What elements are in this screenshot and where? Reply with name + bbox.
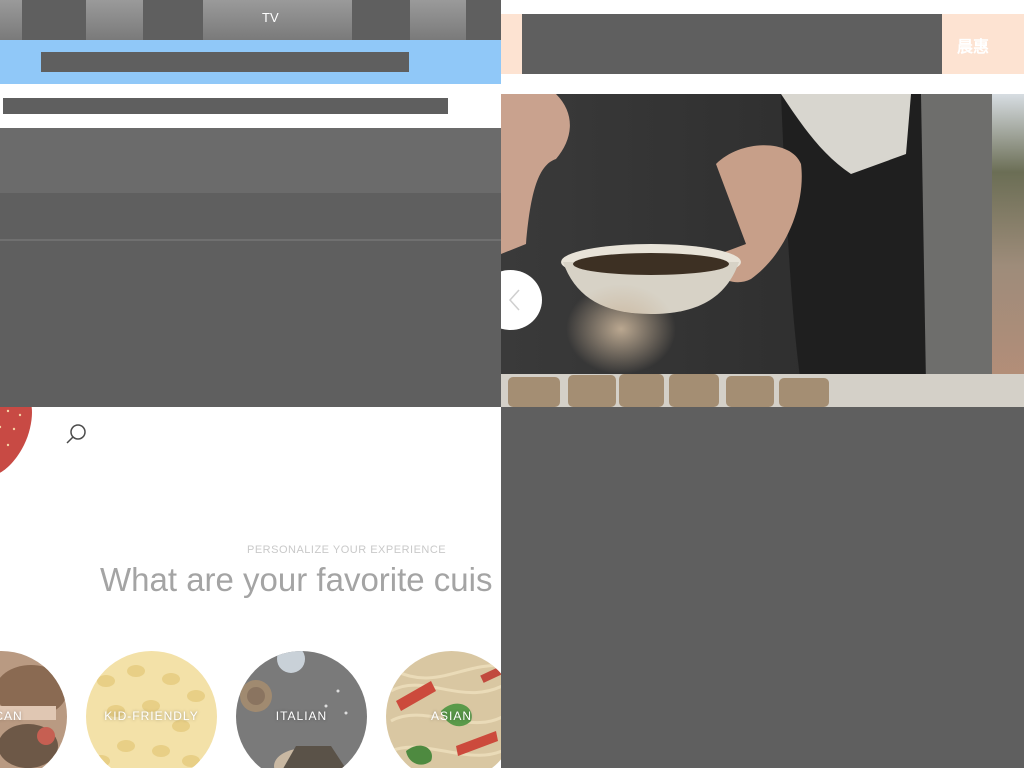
header-placeholder: [522, 14, 942, 74]
left-panel: TV PERSONALIZE YOUR EXPERIENCE What are …: [0, 0, 501, 768]
top-nav-strip: TV: [0, 0, 501, 40]
cuisine-label: ASIAN: [430, 709, 472, 723]
peach-button-label: 晨惠: [957, 39, 990, 56]
hero-image: [501, 94, 1024, 407]
section-headline: What are your favorite cuis: [100, 561, 493, 598]
nav-item-tv[interactable]: TV: [262, 10, 279, 25]
cuisine-card-asian[interactable]: ASIAN: [386, 651, 501, 768]
promo-banner: [0, 40, 501, 84]
sub-banner: [0, 84, 501, 128]
sub-banner-placeholder: [3, 98, 448, 114]
search-icon[interactable]: [64, 421, 90, 447]
personalize-section: PERSONALIZE YOUR EXPERIENCE What are you…: [0, 407, 501, 768]
chevron-left-icon: [508, 289, 520, 311]
nav-placeholder: [352, 0, 410, 40]
nav-placeholder: [22, 0, 86, 40]
nav-placeholder: [466, 0, 501, 40]
grey-band-placeholder: [0, 128, 501, 193]
cuisine-label: ITALIAN: [275, 709, 328, 723]
hero-carousel: [501, 94, 1024, 407]
content-placeholder: [0, 243, 501, 407]
cuisine-card-kid-friendly[interactable]: KID-FRIENDLY: [86, 651, 217, 768]
cuisine-card-italian[interactable]: ITALIAN: [236, 651, 367, 768]
right-header: 晨惠: [501, 0, 1024, 94]
cuisine-label: RICAN: [0, 709, 23, 723]
peach-tab[interactable]: [501, 14, 522, 74]
dark-band-placeholder: [0, 193, 501, 241]
section-eyebrow: PERSONALIZE YOUR EXPERIENCE: [247, 544, 447, 556]
cuisine-label: KID-FRIENDLY: [104, 709, 199, 723]
cuisine-card-american[interactable]: RICAN: [0, 651, 67, 768]
peach-button[interactable]: 晨惠: [942, 14, 1024, 74]
banner-placeholder: [41, 52, 409, 72]
right-panel: 晨惠: [501, 0, 1024, 768]
strawberry-image: [0, 407, 32, 473]
nav-placeholder: [143, 0, 203, 40]
